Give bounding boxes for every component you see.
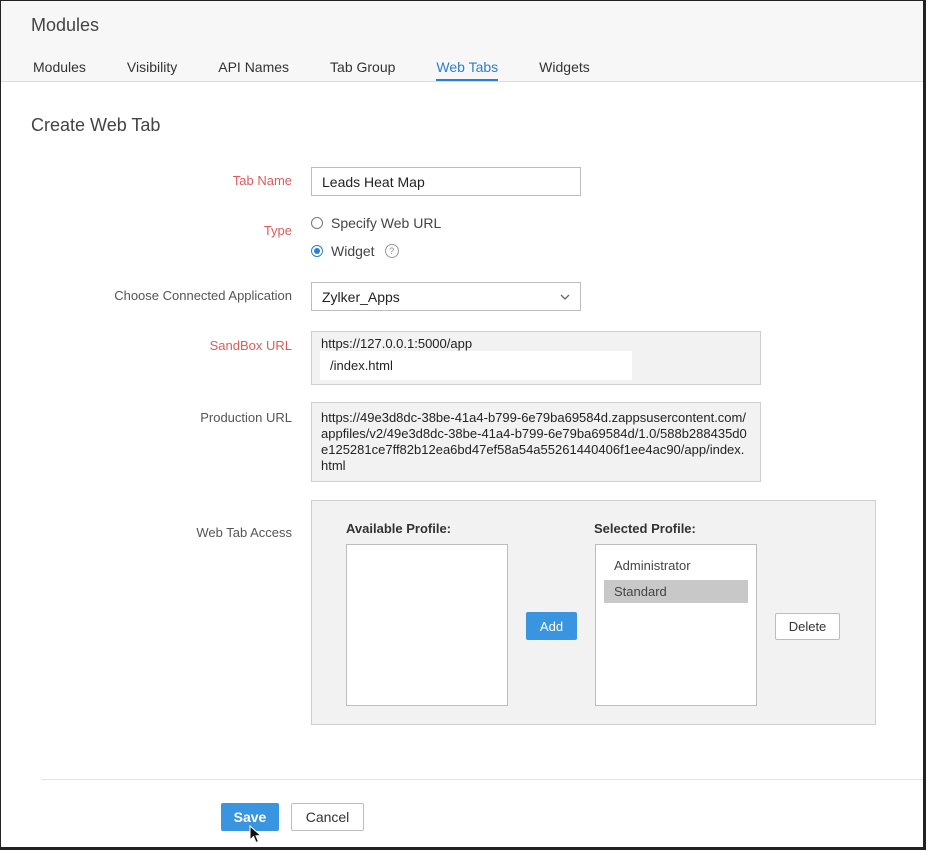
chevron-down-icon (560, 294, 570, 300)
tab-tab-group[interactable]: Tab Group (330, 59, 395, 81)
web-tab-access-label: Web Tab Access (196, 525, 292, 540)
production-url-label: Production URL (200, 410, 292, 425)
radio-widget[interactable]: Widget ? (311, 243, 399, 259)
available-profile-label: Available Profile: (346, 521, 451, 536)
connected-app-value: Zylker_Apps (322, 288, 400, 305)
header-bar: Modules Modules Visibility API Names Tab… (1, 1, 923, 82)
available-profile-list[interactable] (346, 544, 508, 706)
radio-button-selected[interactable] (311, 245, 323, 257)
page-header-title: Modules (31, 15, 100, 35)
tab-web-tabs[interactable]: Web Tabs (436, 59, 499, 81)
tab-modules[interactable]: Modules (33, 59, 86, 81)
sandbox-url-label: SandBox URL (209, 338, 292, 353)
list-item[interactable]: Administrator (604, 554, 748, 577)
tab-name-input[interactable]: Leads Heat Map (311, 167, 581, 196)
web-tab-access-panel: Available Profile: Add Selected Profile:… (311, 500, 876, 725)
cancel-button[interactable]: Cancel (291, 803, 364, 831)
tab-widgets[interactable]: Widgets (539, 59, 590, 81)
tab-name-label: Tab Name (232, 173, 292, 188)
list-item-selected[interactable]: Standard (604, 580, 748, 603)
sandbox-url-box: https://127.0.0.1:5000/app /index.html (311, 331, 761, 385)
tab-bar: Modules Visibility API Names Tab Group W… (33, 59, 631, 81)
tab-api-names[interactable]: API Names (218, 59, 289, 81)
selected-profile-list[interactable]: Administrator Standard (595, 544, 757, 706)
sandbox-url-input[interactable]: /index.html (320, 351, 632, 380)
radio-label: Specify Web URL (331, 215, 442, 231)
sandbox-url-prefix: https://127.0.0.1:5000/app (321, 336, 473, 351)
connected-app-select[interactable]: Zylker_Apps (311, 282, 581, 311)
selected-profile-label: Selected Profile: (594, 521, 696, 536)
radio-button[interactable] (311, 217, 323, 229)
footer-divider (41, 779, 923, 780)
type-label: Type (263, 223, 292, 238)
page-title: Create Web Tab (31, 115, 161, 135)
help-icon[interactable]: ? (384, 244, 399, 258)
delete-button[interactable]: Delete (775, 613, 840, 640)
tab-visibility[interactable]: Visibility (127, 59, 177, 81)
app-window: Modules Modules Visibility API Names Tab… (0, 0, 926, 850)
add-button[interactable]: Add (526, 612, 577, 640)
connected-app-label: Choose Connected Application (114, 288, 292, 303)
production-url-box: https://49e3d8dc-38be-41a4-b799-6e79ba69… (311, 402, 761, 482)
radio-specify-web-url[interactable]: Specify Web URL (311, 215, 441, 231)
mouse-cursor-icon (249, 825, 263, 844)
radio-label: Widget (331, 243, 375, 259)
